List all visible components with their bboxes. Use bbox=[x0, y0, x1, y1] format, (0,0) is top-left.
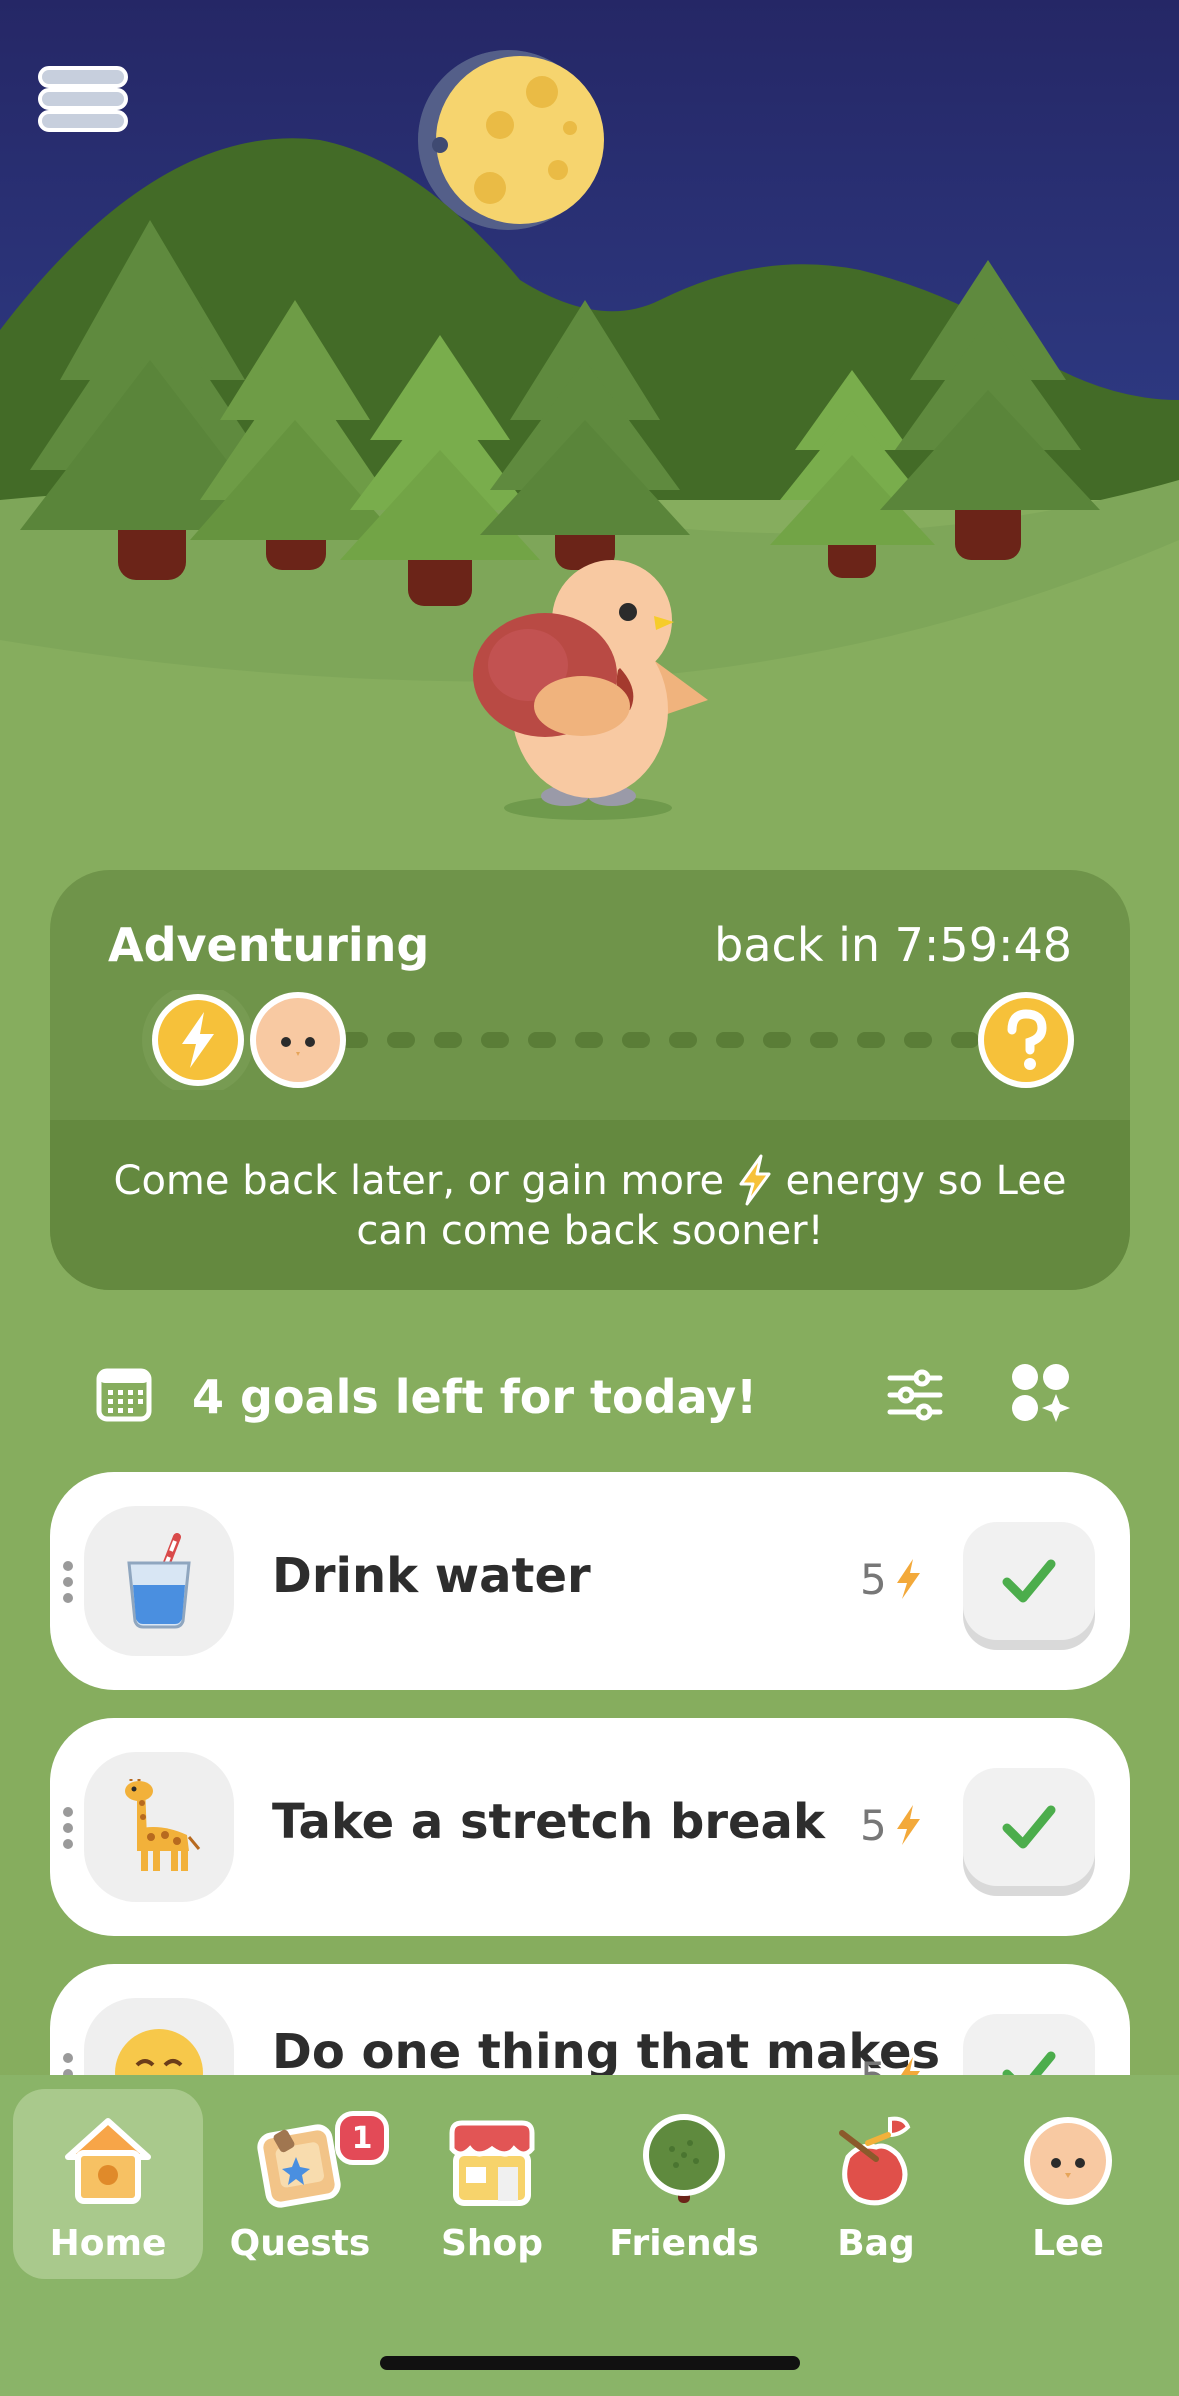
filter-icon[interactable] bbox=[886, 1366, 944, 1424]
birdhouse-icon bbox=[65, 2118, 151, 2204]
adventure-status: Adventuring bbox=[108, 918, 430, 972]
tab-bag[interactable]: Bag bbox=[781, 2089, 971, 2279]
drag-handle-icon[interactable] bbox=[62, 1560, 74, 1604]
adventure-message: Come back later, or gain more energy so … bbox=[50, 1154, 1130, 1256]
energy-bolt-icon bbox=[152, 994, 244, 1086]
goals-header: 4 goals left for today! bbox=[96, 1360, 1096, 1430]
goals-left-title: 4 goals left for today! bbox=[192, 1370, 758, 1424]
checkmark-icon bbox=[1002, 1805, 1056, 1849]
adventure-card[interactable]: Adventuring back in 7:59:48 Come back la… bbox=[50, 870, 1130, 1290]
adventure-timer: back in 7:59:48 bbox=[714, 918, 1072, 972]
adventure-scene bbox=[0, 0, 1179, 860]
quests-badge: 1 bbox=[335, 2111, 389, 2165]
goal-energy-reward: 5 bbox=[860, 1796, 923, 1854]
energy-bolt-icon bbox=[896, 1805, 920, 1845]
adventure-progress-track bbox=[100, 984, 1080, 1096]
complete-goal-button[interactable] bbox=[963, 1768, 1095, 1886]
bag-icon bbox=[839, 2116, 911, 2206]
home-indicator[interactable] bbox=[380, 2356, 800, 2370]
water-glass-icon bbox=[127, 1533, 191, 1629]
add-goals-icon[interactable] bbox=[1010, 1362, 1072, 1424]
quest-board-icon bbox=[257, 2124, 341, 2208]
forest-night-illustration bbox=[0, 0, 1179, 860]
goal-card[interactable]: Drink water 5 bbox=[50, 1472, 1130, 1690]
goal-energy-reward: 5 bbox=[860, 1550, 923, 1608]
tab-home[interactable]: Home bbox=[13, 2089, 203, 2279]
goal-card[interactable]: Take a stretch break 5 bbox=[50, 1718, 1130, 1936]
calendar-icon bbox=[96, 1368, 152, 1422]
goal-label: Do one thing that makes bbox=[272, 2024, 941, 2080]
bottom-tab-bar: Home 1 Quests Shop Friends Bag Lee bbox=[0, 2075, 1179, 2396]
mystery-destination-icon bbox=[978, 992, 1074, 1088]
checkmark-icon bbox=[1002, 1559, 1056, 1603]
goal-label: Take a stretch break bbox=[272, 1794, 825, 1850]
lee-avatar-icon bbox=[250, 992, 346, 1088]
energy-bolt-icon bbox=[896, 1559, 920, 1599]
menu-button[interactable] bbox=[38, 66, 128, 132]
tree-icon bbox=[643, 2114, 725, 2203]
tab-shop[interactable]: Shop bbox=[397, 2089, 587, 2279]
tab-quests[interactable]: 1 Quests bbox=[205, 2089, 395, 2279]
giraffe-icon bbox=[125, 1779, 201, 1871]
shop-icon bbox=[449, 2120, 535, 2206]
menu-icon bbox=[38, 66, 128, 88]
tab-friends[interactable]: Friends bbox=[589, 2089, 779, 2279]
goal-label: Drink water bbox=[272, 1548, 591, 1604]
complete-goal-button[interactable] bbox=[963, 1522, 1095, 1640]
avatar-icon bbox=[1024, 2117, 1112, 2205]
drag-handle-icon[interactable] bbox=[62, 1806, 74, 1850]
energy-bolt-icon bbox=[739, 1154, 771, 1206]
tab-lee[interactable]: Lee bbox=[973, 2089, 1163, 2279]
